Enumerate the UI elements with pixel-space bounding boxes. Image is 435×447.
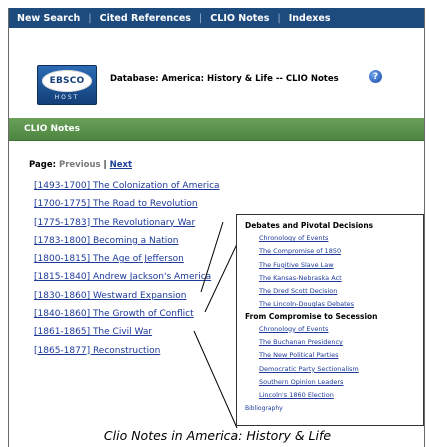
popup-bibliography-link[interactable]: Bibliography — [245, 405, 423, 412]
figure-caption: Clio Notes in America: History & Life — [103, 428, 332, 443]
popup-link[interactable]: The New Political Parties — [245, 349, 423, 362]
popup-link[interactable]: The Compromise of 1850 — [245, 245, 423, 258]
popup-section-title: Debates and Pivotal Decisions — [245, 221, 374, 230]
popup-link[interactable]: Democratic Party Sectionalism — [245, 363, 423, 376]
popup-link[interactable]: Southern Opinion Leaders — [245, 376, 423, 389]
popup-link[interactable]: Chronology of Events — [245, 323, 423, 336]
popup-link[interactable]: Lincoln's 1860 Election — [245, 389, 423, 402]
popup-link[interactable]: The Kansas-Nebraska Act — [245, 272, 423, 285]
popup-link[interactable]: The Dred Scott Decision — [245, 285, 423, 298]
popup-link[interactable]: The Lincoln-Douglas Debates — [245, 298, 423, 311]
popup-section-title: From Compromise to Secession — [245, 311, 378, 321]
popup-link[interactable]: The Fugitive Slave Law — [245, 259, 423, 272]
popup-link[interactable]: Chronology of Events — [245, 232, 423, 245]
popup-link[interactable]: The Buchanan Presidency — [245, 336, 423, 349]
clio-notes-popup: Debates and Pivotal Decisions Chronology… — [236, 214, 424, 426]
